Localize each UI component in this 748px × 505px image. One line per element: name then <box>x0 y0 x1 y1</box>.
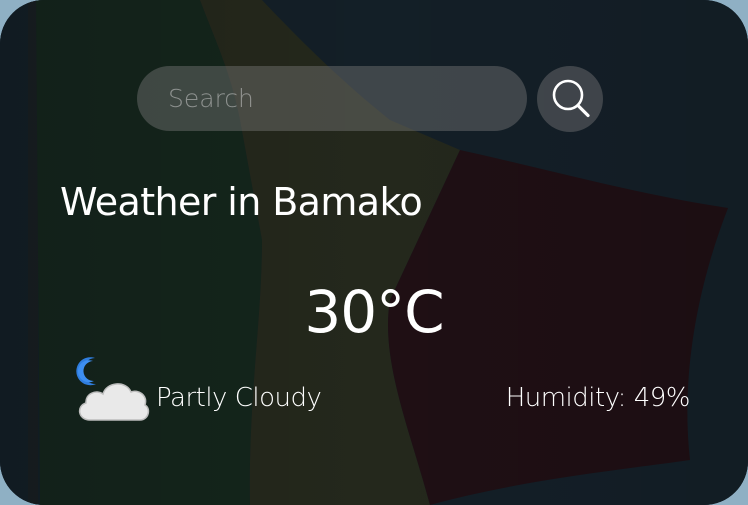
search-icon <box>552 79 590 118</box>
search-input[interactable] <box>137 66 527 131</box>
temperature-value: 30°C <box>304 278 444 346</box>
humidity-value: Humidity: 49% <box>505 383 691 413</box>
partly-cloudy-night-icon <box>76 357 150 421</box>
search-button[interactable] <box>537 66 603 132</box>
weather-card: Weather in Bamako 30°C Partly Cloudy Hum… <box>0 0 748 505</box>
page-title: Weather in Bamako <box>60 180 423 224</box>
weather-condition: Partly Cloudy <box>156 383 322 413</box>
